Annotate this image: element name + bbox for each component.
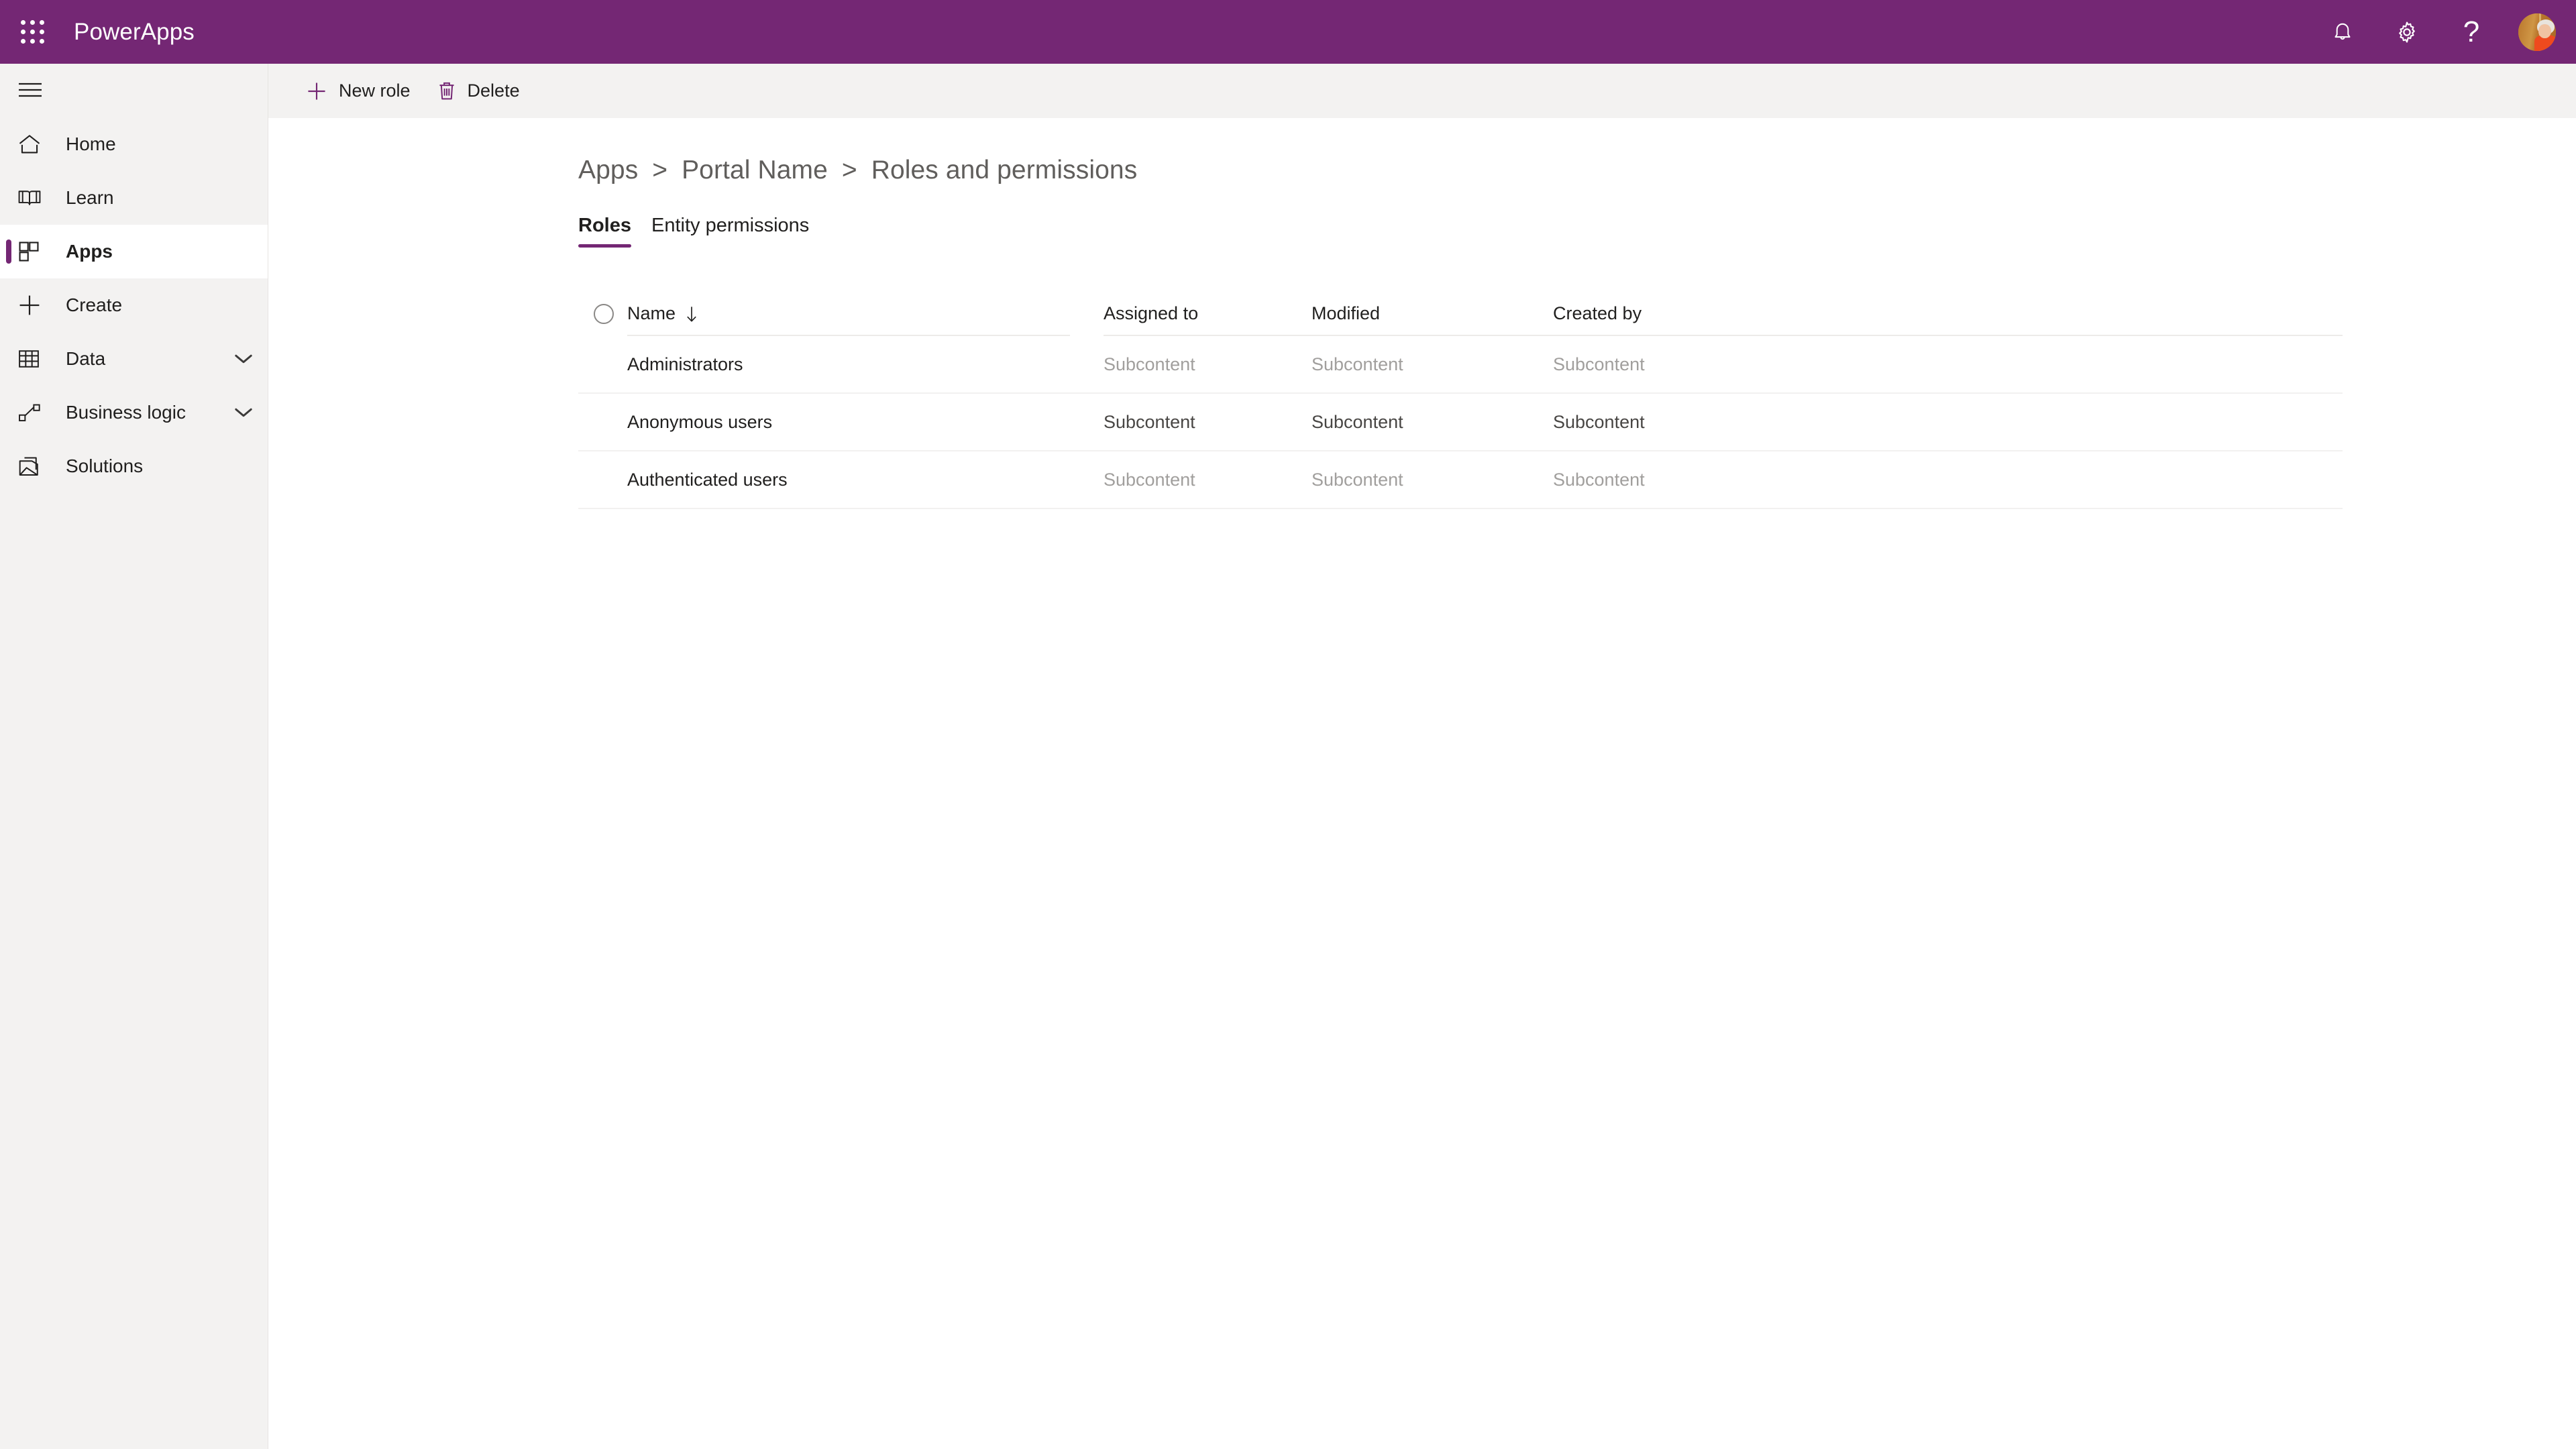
column-gap bbox=[1070, 288, 1104, 336]
book-icon bbox=[17, 188, 51, 208]
bell-icon bbox=[2331, 20, 2354, 44]
sidebar-item-home[interactable]: Home bbox=[0, 117, 268, 171]
cell-modified: Subcontent bbox=[1311, 469, 1403, 490]
select-all-circle[interactable] bbox=[594, 304, 614, 324]
hamburger-icon bbox=[17, 81, 43, 99]
table-icon bbox=[17, 349, 51, 369]
cell-created-by: Subcontent bbox=[1553, 469, 1645, 490]
cell-name: Administrators bbox=[627, 354, 743, 374]
sidebar-item-data[interactable]: Data bbox=[0, 332, 268, 386]
sidebar-item-business-logic[interactable]: Business logic bbox=[0, 386, 268, 439]
trash-icon bbox=[437, 80, 456, 102]
sidebar-item-apps[interactable]: Apps bbox=[0, 225, 268, 278]
cell-assigned-to: Subcontent bbox=[1104, 411, 1195, 432]
top-header-bar: PowerApps ? bbox=[0, 0, 2576, 64]
table-row[interactable]: Anonymous users Subcontent Subcontent Su… bbox=[578, 394, 2343, 451]
sidebar-item-label: Create bbox=[66, 294, 123, 315]
roles-table: Name Assigned to Modified Created by Adm… bbox=[578, 288, 2343, 509]
table-row[interactable]: Administrators Subcontent Subcontent Sub… bbox=[578, 336, 2343, 394]
sidebar-nav-list: Home Learn Apps Create Data Business log… bbox=[0, 117, 268, 493]
cell-created-by: Subcontent bbox=[1553, 354, 1645, 374]
left-sidebar: Home Learn Apps Create Data Business log… bbox=[0, 64, 268, 1449]
cell-created-by: Subcontent bbox=[1553, 411, 1645, 432]
chevron-down-icon[interactable] bbox=[234, 407, 253, 419]
sidebar-collapse-button[interactable] bbox=[0, 64, 268, 116]
user-avatar[interactable] bbox=[2518, 13, 2556, 51]
cell-modified: Subcontent bbox=[1311, 411, 1403, 432]
apps-grid-icon bbox=[17, 240, 51, 263]
plus-icon bbox=[17, 293, 51, 317]
new-role-button[interactable]: New role bbox=[292, 64, 424, 118]
breadcrumb-item-current: Roles and permissions bbox=[871, 156, 1138, 184]
solutions-icon bbox=[17, 455, 51, 477]
select-all-cell bbox=[578, 304, 627, 336]
header-actions: ? bbox=[2310, 0, 2576, 64]
sidebar-item-label: Business logic bbox=[66, 402, 186, 423]
sidebar-item-solutions[interactable]: Solutions bbox=[0, 439, 268, 493]
sidebar-item-create[interactable]: Create bbox=[0, 278, 268, 332]
breadcrumb-item-portal[interactable]: Portal Name bbox=[682, 156, 828, 184]
settings-button[interactable] bbox=[2375, 0, 2439, 64]
new-role-label: New role bbox=[339, 80, 411, 101]
cell-name: Anonymous users bbox=[627, 411, 773, 432]
plus-icon bbox=[306, 80, 327, 102]
app-brand-title[interactable]: PowerApps bbox=[74, 19, 195, 46]
arrow-down-icon bbox=[685, 305, 698, 323]
table-header-row: Name Assigned to Modified Created by bbox=[578, 288, 2343, 336]
help-button[interactable]: ? bbox=[2439, 0, 2504, 64]
sidebar-item-label: Apps bbox=[66, 241, 113, 262]
tab-roles[interactable]: Roles bbox=[578, 215, 631, 248]
cell-modified: Subcontent bbox=[1311, 354, 1403, 374]
main-content-area: New role Delete Apps > Portal Name > Rol… bbox=[268, 64, 2576, 1449]
home-icon bbox=[17, 133, 51, 156]
question-mark-icon: ? bbox=[2463, 15, 2480, 48]
cell-name: Authenticated users bbox=[627, 469, 788, 490]
notifications-button[interactable] bbox=[2310, 0, 2375, 64]
column-header-name[interactable]: Name bbox=[627, 288, 1070, 336]
delete-label: Delete bbox=[467, 80, 520, 101]
cell-assigned-to: Subcontent bbox=[1104, 469, 1195, 490]
breadcrumb: Apps > Portal Name > Roles and permissio… bbox=[578, 156, 2576, 185]
tab-entity-permissions[interactable]: Entity permissions bbox=[651, 215, 809, 248]
command-bar: New role Delete bbox=[268, 64, 2576, 118]
tab-bar: Roles Entity permissions bbox=[578, 215, 2576, 248]
delete-button[interactable]: Delete bbox=[424, 64, 533, 118]
waffle-grid-icon bbox=[20, 20, 44, 44]
column-header-modified[interactable]: Modified bbox=[1311, 288, 1553, 336]
waffle-menu-button[interactable] bbox=[0, 0, 64, 64]
sidebar-item-label: Data bbox=[66, 348, 106, 369]
page-content: Apps > Portal Name > Roles and permissio… bbox=[268, 118, 2576, 1449]
column-header-assigned-to[interactable]: Assigned to bbox=[1104, 288, 1311, 336]
cell-assigned-to: Subcontent bbox=[1104, 354, 1195, 374]
gear-icon bbox=[2395, 20, 2419, 44]
breadcrumb-separator: > bbox=[652, 156, 668, 184]
sidebar-item-learn[interactable]: Learn bbox=[0, 171, 268, 225]
table-row[interactable]: Authenticated users Subcontent Subconten… bbox=[578, 451, 2343, 509]
column-header-created-by[interactable]: Created by bbox=[1553, 288, 2343, 336]
breadcrumb-separator: > bbox=[841, 156, 857, 184]
sidebar-item-label: Solutions bbox=[66, 455, 144, 476]
sidebar-item-label: Home bbox=[66, 133, 116, 154]
body-container: Home Learn Apps Create Data Business log… bbox=[0, 64, 2576, 1449]
sidebar-item-label: Learn bbox=[66, 187, 114, 208]
chevron-down-icon[interactable] bbox=[234, 353, 253, 365]
flow-icon bbox=[17, 402, 51, 423]
breadcrumb-item-apps[interactable]: Apps bbox=[578, 156, 638, 184]
powerapps-window: PowerApps ? Home Learn Apps Create Data … bbox=[0, 0, 2576, 1449]
